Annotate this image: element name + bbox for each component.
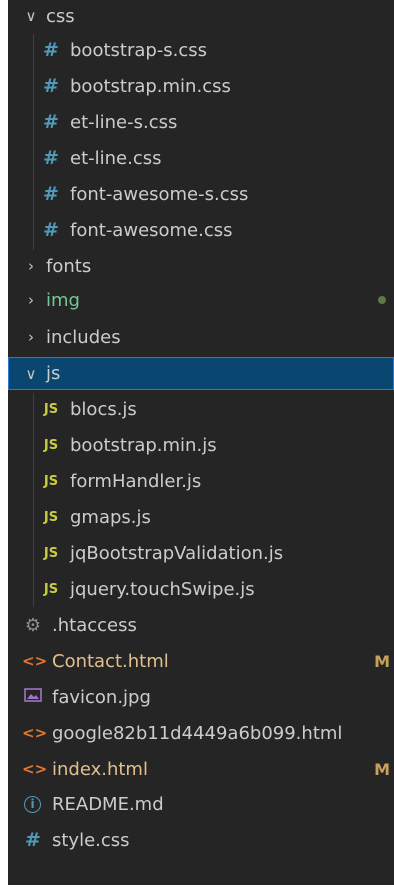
hash-icon: # <box>43 219 59 241</box>
file-label: bootstrap.min.css <box>70 75 231 97</box>
chevron-right-icon: › <box>28 291 34 309</box>
js-icon: JS <box>43 509 59 525</box>
file-label: README.md <box>52 793 164 815</box>
file-gmaps-js[interactable]: JS gmaps.js <box>8 501 394 533</box>
file-jqbootstrapvalidation-js[interactable]: JS jqBootstrapValidation.js <box>8 537 394 569</box>
modified-badge: M <box>374 759 390 779</box>
file-label: favicon.jpg <box>52 686 151 708</box>
folder-includes[interactable]: › includes <box>8 321 394 353</box>
file-htaccess[interactable]: ⚙ .htaccess <box>8 609 394 641</box>
js-icon: JS <box>43 473 59 489</box>
chevron-down-icon: ∨ <box>25 7 37 25</box>
image-icon <box>22 687 44 708</box>
file-et-line-s-css[interactable]: # et-line-s.css <box>8 106 394 138</box>
hash-icon: # <box>43 111 59 133</box>
file-formhandler-js[interactable]: JS formHandler.js <box>8 465 394 497</box>
folder-css[interactable]: ∨ css <box>8 0 394 32</box>
file-index-html[interactable]: <> index.html M <box>8 753 394 785</box>
file-jquery-touchswipe-js[interactable]: JS jquery.touchSwipe.js <box>8 573 394 605</box>
file-label: jqBootstrapValidation.js <box>70 542 284 564</box>
file-label: bootstrap.min.js <box>70 434 217 456</box>
file-google-verification-html[interactable]: <> google82b11d4449a6b099.html <box>8 717 394 749</box>
file-et-line-css[interactable]: # et-line.css <box>8 142 394 174</box>
file-label: jquery.touchSwipe.js <box>70 578 255 600</box>
file-readme-md[interactable]: i README.md <box>8 788 394 820</box>
file-bootstrap-min-js[interactable]: JS bootstrap.min.js <box>8 429 394 461</box>
file-blocs-js[interactable]: JS blocs.js <box>8 393 394 425</box>
hash-icon: # <box>43 183 59 205</box>
file-label: font-awesome.css <box>70 219 233 241</box>
file-label: Contact.html <box>52 650 169 672</box>
hash-icon: # <box>43 39 59 61</box>
folder-label: includes <box>46 326 121 348</box>
file-label: .htaccess <box>52 614 137 636</box>
js-icon: JS <box>43 545 59 561</box>
file-bootstrap-min-css[interactable]: # bootstrap.min.css <box>8 70 394 102</box>
file-style-css[interactable]: # style.css <box>8 824 394 856</box>
html-icon: <> <box>22 760 48 778</box>
gear-icon: ⚙ <box>24 614 42 636</box>
js-icon: JS <box>43 581 59 597</box>
file-contact-html[interactable]: <> Contact.html M <box>8 645 394 677</box>
file-font-awesome-css[interactable]: # font-awesome.css <box>8 214 394 246</box>
chevron-right-icon: › <box>28 257 34 275</box>
js-icon: JS <box>43 437 59 453</box>
folder-css-label: css <box>46 5 75 27</box>
file-favicon-jpg[interactable]: favicon.jpg <box>8 681 394 713</box>
file-label: style.css <box>52 829 130 851</box>
untracked-dot-icon <box>378 296 386 304</box>
file-label: font-awesome-s.css <box>70 183 249 205</box>
folder-js[interactable]: ∨ js <box>8 357 394 390</box>
chevron-down-icon: ∨ <box>25 364 37 383</box>
file-label: blocs.js <box>70 398 137 420</box>
file-font-awesome-s-css[interactable]: # font-awesome-s.css <box>8 178 394 210</box>
file-label: gmaps.js <box>70 506 151 528</box>
file-label: et-line.css <box>70 147 162 169</box>
folder-label: img <box>46 289 80 311</box>
file-label: et-line-s.css <box>70 111 178 133</box>
html-icon: <> <box>22 724 48 742</box>
chevron-right-icon: › <box>28 328 34 346</box>
js-icon: JS <box>43 401 59 417</box>
file-label: formHandler.js <box>70 470 202 492</box>
hash-icon: # <box>43 75 59 97</box>
folder-label: fonts <box>46 255 92 277</box>
info-icon: i <box>24 795 41 813</box>
hash-icon: # <box>25 829 41 851</box>
folder-label: js <box>46 363 61 384</box>
file-explorer: ∨ css # bootstrap-s.css # bootstrap.min.… <box>8 0 394 885</box>
file-label: google82b11d4449a6b099.html <box>52 722 343 744</box>
file-label: index.html <box>52 758 148 780</box>
folder-img[interactable]: › img <box>8 284 394 316</box>
html-icon: <> <box>22 652 48 670</box>
hash-icon: # <box>43 147 59 169</box>
folder-fonts[interactable]: › fonts <box>8 250 394 282</box>
modified-badge: M <box>374 651 390 671</box>
file-bootstrap-s-css[interactable]: # bootstrap-s.css <box>8 34 394 66</box>
file-label: bootstrap-s.css <box>70 39 208 61</box>
